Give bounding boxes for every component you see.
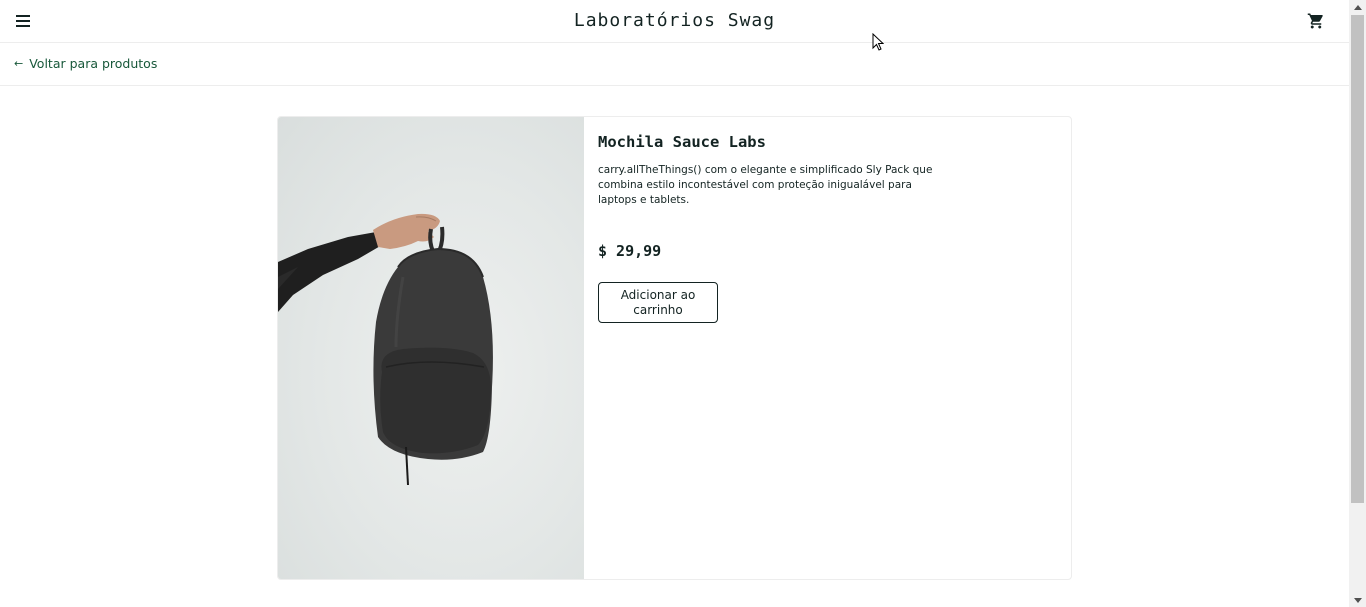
add-to-cart-button[interactable]: Adicionar ao carrinho xyxy=(598,282,718,323)
scroll-down-arrow-icon[interactable] xyxy=(1349,593,1366,607)
arrow-left-icon: ← xyxy=(14,57,24,70)
product-description: carry.allTheThings() com o elegante e si… xyxy=(598,164,933,206)
mouse-cursor-icon xyxy=(872,33,884,51)
header: Laboratórios Swag xyxy=(0,0,1349,43)
product-price: $ 29,99 xyxy=(598,242,662,260)
scroll-up-arrow-icon[interactable] xyxy=(1349,0,1366,14)
back-link-label: Voltar para produtos xyxy=(29,56,158,71)
shopping-cart-button[interactable] xyxy=(1303,9,1329,33)
product-details-card: Mochila Sauce Labs carry.allTheThings() … xyxy=(277,116,1072,580)
backpack-photo-illustration xyxy=(278,213,493,486)
vertical-scrollbar[interactable] xyxy=(1349,0,1366,607)
product-info: Mochila Sauce Labs carry.allTheThings() … xyxy=(598,117,958,323)
page: Laboratórios Swag ← Voltar para produtos xyxy=(0,0,1349,607)
product-image xyxy=(278,117,584,579)
shopping-cart-icon xyxy=(1307,13,1323,29)
scrollbar-thumb[interactable] xyxy=(1351,15,1364,503)
app-title: Laboratórios Swag xyxy=(573,10,776,31)
product-name: Mochila Sauce Labs xyxy=(598,133,766,151)
subheader: ← Voltar para produtos xyxy=(0,43,1349,86)
back-to-products-link[interactable]: ← Voltar para produtos xyxy=(14,56,157,71)
